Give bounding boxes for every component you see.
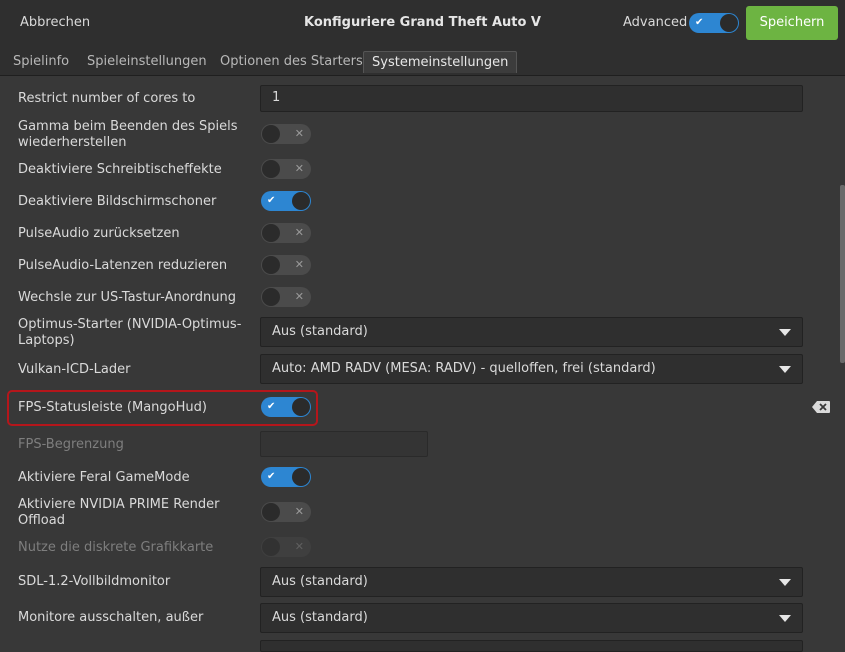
discrete-gpu-label: Nutze die diskrete Grafikkarte — [18, 540, 214, 555]
pulseaudio-latency-toggle[interactable]: ✕ — [261, 255, 311, 275]
gamma-restore-label: Gamma beim Beenden des Spiels wiederhers… — [18, 119, 238, 150]
cross-icon: ✕ — [294, 505, 304, 518]
tab-game-options[interactable]: Spieleinstellungen — [87, 54, 207, 69]
tab-bar: Spielinfo Spieleinstellungen Optionen de… — [0, 46, 845, 76]
check-icon: ✔ — [695, 17, 704, 28]
desktop-effects-toggle[interactable]: ✕ — [261, 159, 311, 179]
toggle-knob — [262, 125, 280, 143]
vulkan-icd-value: Auto: AMD RADV (MESA: RADV) - quelloffen… — [272, 361, 656, 376]
pulseaudio-latency-label: PulseAudio-Latenzen reduzieren — [18, 258, 228, 273]
chevron-down-icon — [779, 366, 791, 373]
fps-limit-label: FPS-Begrenzung — [18, 437, 124, 452]
optimus-label: Optimus-Starter (NVIDIA-Optimus-Laptops) — [18, 317, 242, 348]
mangohud-label: FPS-Statusleiste (MangoHud) — [18, 400, 207, 415]
tab-runner-options[interactable]: Optionen des Starters — [220, 54, 363, 69]
monitors-off-label: Monitore ausschalten, außer — [18, 610, 204, 625]
check-icon: ✔ — [267, 401, 276, 412]
restrict-cores-label: Restrict number of cores to — [18, 91, 196, 106]
monitors-off-value: Aus (standard) — [272, 610, 368, 625]
nvidia-prime-label: Aktiviere NVIDIA PRIME Render Offload — [18, 497, 220, 528]
screensaver-toggle[interactable]: ✔ — [261, 191, 311, 211]
check-icon: ✔ — [267, 471, 276, 482]
cross-icon: ✕ — [294, 226, 304, 239]
save-button[interactable]: Speichern — [746, 6, 838, 40]
header-bar: Abbrechen Konfiguriere Grand Theft Auto … — [0, 0, 845, 46]
restrict-cores-input[interactable]: 1 — [260, 85, 803, 112]
chevron-down-icon — [779, 329, 791, 336]
chevron-down-icon — [779, 615, 791, 622]
nvidia-prime-toggle[interactable]: ✕ — [261, 502, 311, 522]
toggle-knob — [292, 192, 310, 210]
toggle-knob — [262, 288, 280, 306]
pulseaudio-reset-toggle[interactable]: ✕ — [261, 223, 311, 243]
advanced-label: Advanced — [623, 15, 688, 30]
tab-system-options[interactable]: Systemeinstellungen — [363, 51, 518, 73]
cross-icon: ✕ — [294, 127, 304, 140]
toggle-knob — [262, 160, 280, 178]
screensaver-label: Deaktiviere Bildschirmschoner — [18, 194, 217, 209]
check-icon: ✔ — [267, 195, 276, 206]
cross-icon: ✕ — [294, 162, 304, 175]
cross-icon: ✕ — [294, 540, 304, 553]
toggle-knob — [262, 503, 280, 521]
toggle-knob — [720, 14, 738, 32]
vertical-scrollbar[interactable] — [840, 185, 845, 363]
optimus-value: Aus (standard) — [272, 324, 368, 339]
toggle-knob — [262, 256, 280, 274]
discrete-gpu-toggle: ✕ — [261, 537, 311, 557]
cross-icon: ✕ — [294, 290, 304, 303]
mangohud-toggle[interactable]: ✔ — [261, 397, 311, 417]
sdl-monitor-select[interactable]: Aus (standard) — [260, 567, 803, 597]
toggle-knob — [292, 398, 310, 416]
clear-setting-icon[interactable] — [812, 401, 830, 413]
tab-game-info[interactable]: Spielinfo — [13, 54, 69, 69]
optimus-select[interactable]: Aus (standard) — [260, 317, 803, 347]
sdl-monitor-value: Aus (standard) — [272, 574, 368, 589]
us-keyboard-toggle[interactable]: ✕ — [261, 287, 311, 307]
monitors-off-select[interactable]: Aus (standard) — [260, 603, 803, 633]
toggle-knob — [262, 224, 280, 242]
desktop-effects-label: Deaktiviere Schreibtischeffekte — [18, 162, 222, 177]
next-field-partial[interactable] — [260, 640, 803, 652]
vulkan-icd-label: Vulkan-ICD-Lader — [18, 362, 131, 377]
advanced-toggle[interactable]: ✔ — [689, 13, 739, 33]
pulseaudio-reset-label: PulseAudio zurücksetzen — [18, 226, 180, 241]
vulkan-icd-select[interactable]: Auto: AMD RADV (MESA: RADV) - quelloffen… — [260, 354, 803, 384]
us-keyboard-label: Wechsle zur US-Tastur-Anordnung — [18, 290, 237, 305]
feral-gamemode-label: Aktiviere Feral GameMode — [18, 470, 190, 485]
feral-gamemode-toggle[interactable]: ✔ — [261, 467, 311, 487]
sdl-monitor-label: SDL-1.2-Vollbildmonitor — [18, 574, 171, 589]
chevron-down-icon — [779, 579, 791, 586]
toggle-knob — [262, 538, 280, 556]
cross-icon: ✕ — [294, 258, 304, 271]
toggle-knob — [292, 468, 310, 486]
fps-limit-input — [260, 431, 428, 457]
gamma-restore-toggle[interactable]: ✕ — [261, 124, 311, 144]
